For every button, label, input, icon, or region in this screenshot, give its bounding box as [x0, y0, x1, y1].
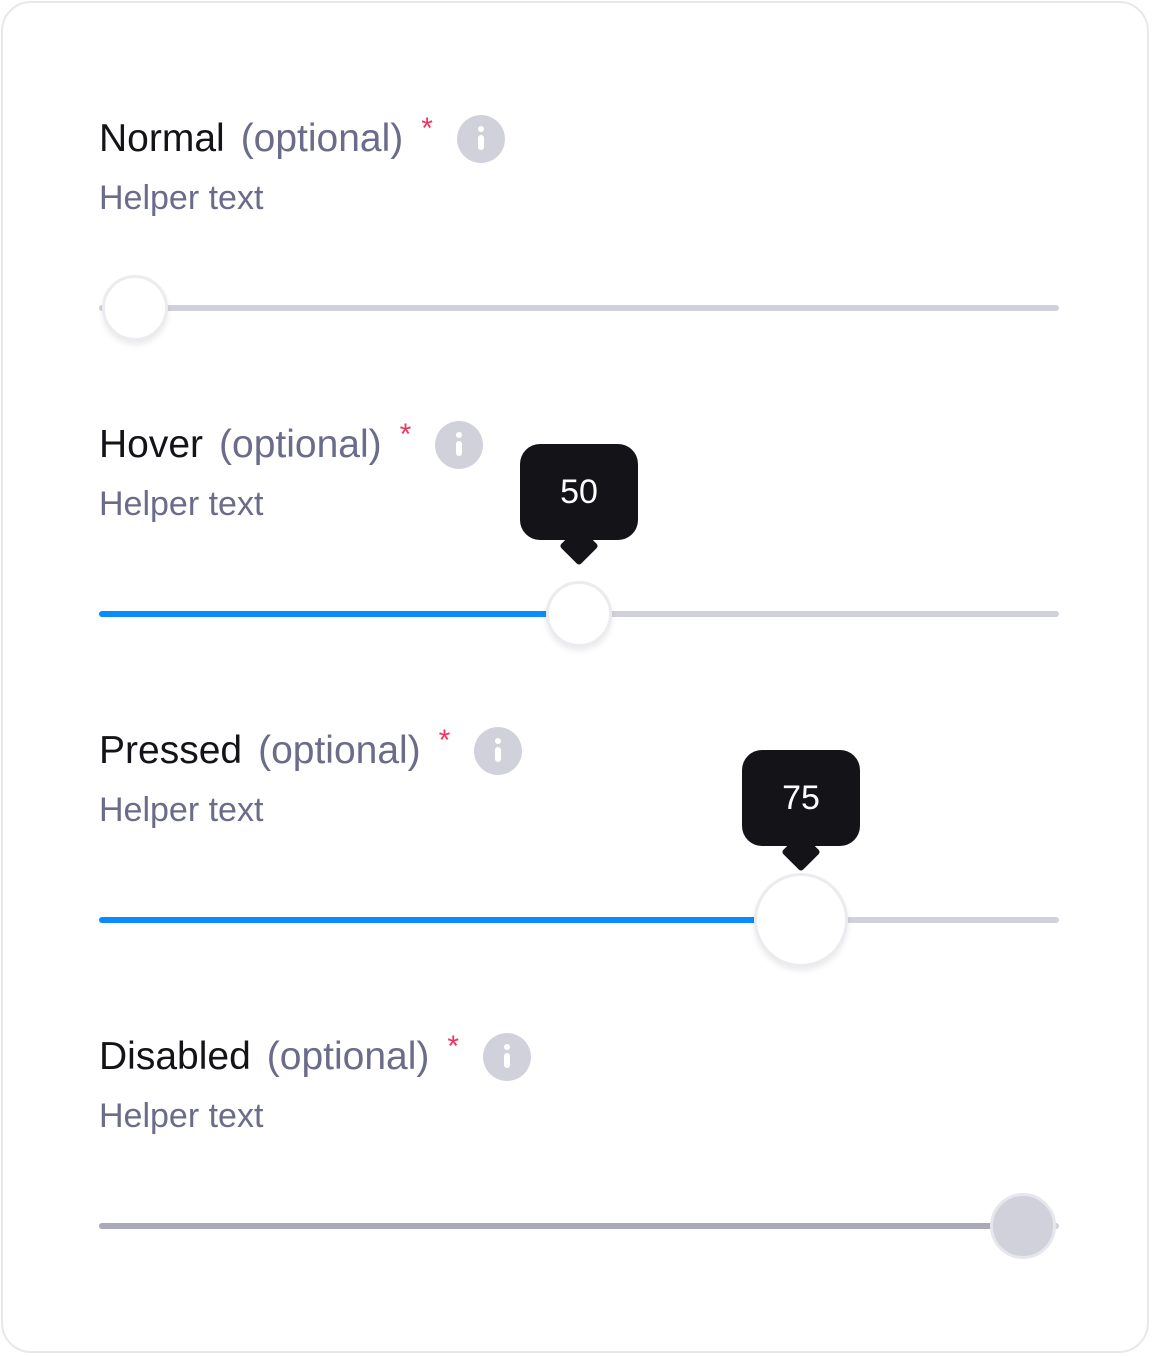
slider-track[interactable]: 75 — [99, 750, 1059, 967]
helper-text: Helper text — [99, 1097, 264, 1135]
value-tooltip: 50 — [520, 444, 638, 540]
helper-text: Helper text — [99, 791, 264, 829]
required-asterisk: * — [421, 112, 433, 145]
field-label: Normal — [99, 117, 225, 160]
slider-field-pressed: Pressed (optional) * Helper text 75 — [99, 719, 1059, 1025]
slider-field-disabled: Disabled (optional) * Helper text — [99, 1025, 1059, 1331]
helper-text: Helper text — [99, 179, 264, 217]
slider-thumb[interactable] — [546, 581, 612, 647]
slider-track — [99, 1193, 1059, 1259]
required-asterisk: * — [399, 418, 412, 451]
optional-label: (optional) — [258, 729, 421, 772]
slider-fill — [99, 917, 801, 923]
slider-field-normal: Normal (optional) * Helper text — [99, 107, 1059, 413]
field-label: Disabled — [99, 1035, 251, 1078]
slider-track[interactable]: 50 — [99, 444, 1059, 647]
required-asterisk: * — [447, 1030, 460, 1063]
slider-track[interactable] — [99, 275, 1059, 341]
slider-states-card: Normal (optional) * Helper text Hover (o… — [1, 1, 1149, 1353]
optional-label: (optional) — [266, 1035, 430, 1078]
info-icon[interactable] — [435, 421, 484, 469]
info-icon[interactable] — [456, 115, 505, 163]
slider-fill — [99, 1223, 1023, 1229]
optional-label: (optional) — [219, 423, 382, 466]
label-row: Pressed (optional) * — [99, 724, 523, 775]
optional-label: (optional) — [240, 117, 404, 160]
slider-thumb[interactable] — [102, 275, 168, 341]
value-tooltip: 75 — [742, 750, 860, 846]
slider-field-hover: Hover (optional) * Helper text 50 — [99, 413, 1059, 719]
label-row: Disabled (optional) * — [99, 1030, 532, 1081]
slider-thumb[interactable] — [754, 873, 848, 967]
field-label: Pressed — [99, 729, 243, 772]
slider-thumb — [990, 1193, 1056, 1259]
required-asterisk: * — [438, 724, 451, 757]
label-row: Hover (optional) * — [99, 418, 484, 469]
label-row: Normal (optional) * — [99, 112, 505, 163]
field-label: Hover — [99, 423, 204, 466]
info-icon[interactable] — [474, 727, 523, 775]
info-icon — [483, 1033, 532, 1081]
slider-fill — [99, 611, 579, 617]
helper-text: Helper text — [99, 485, 264, 523]
